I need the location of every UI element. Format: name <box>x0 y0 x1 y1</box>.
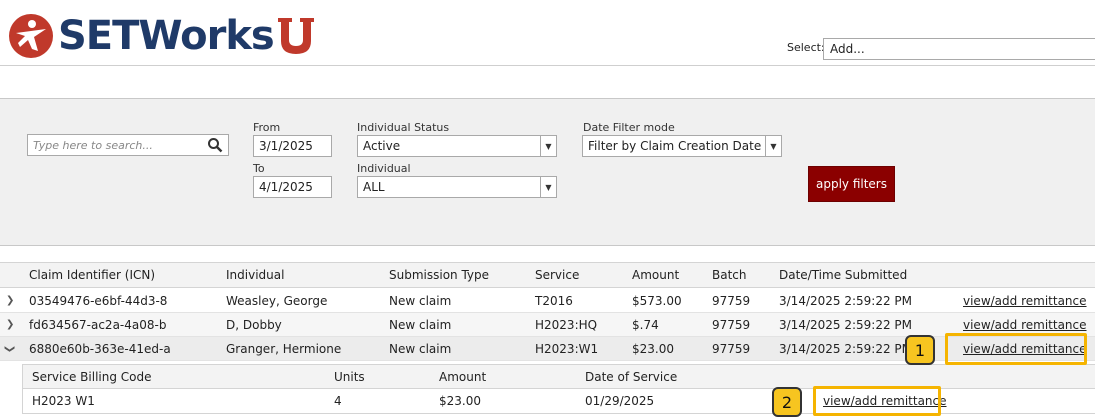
from-date-input[interactable]: 3/1/2025 <box>253 135 332 157</box>
logo-person-icon <box>9 14 53 58</box>
individual-dropdown[interactable]: ALL ▼ <box>357 176 557 198</box>
status-label: Individual Status <box>357 121 450 134</box>
filter-panel <box>0 98 1095 246</box>
table-row[interactable]: ❯ 03549476-e6bf-44d3-8 Weasley, George N… <box>0 289 1095 313</box>
chevron-down-icon: ▼ <box>540 136 556 156</box>
add-select-value: Add... <box>830 42 865 56</box>
callout-highlight-2 <box>813 386 941 416</box>
col-header: Individual <box>226 268 285 282</box>
col-header: Units <box>334 370 365 384</box>
callout-highlight-1 <box>945 333 1087 365</box>
col-header: Service Billing Code <box>32 370 152 384</box>
logo-wordmark: SETWorks <box>58 13 275 59</box>
col-header: Service <box>535 268 580 282</box>
apply-filters-button[interactable]: apply filters <box>808 166 895 202</box>
table-header: Claim Identifier (ICN) Individual Submis… <box>0 262 1095 288</box>
chevron-right-icon[interactable]: ❯ <box>6 289 14 313</box>
to-date-input[interactable]: 4/1/2025 <box>253 176 332 198</box>
col-header: Submission Type <box>389 268 490 282</box>
chevron-right-icon[interactable]: ❯ <box>6 313 14 337</box>
chevron-down-icon: ▼ <box>765 136 781 156</box>
status-dropdown[interactable]: Active ▼ <box>357 135 557 157</box>
col-header: Date of Service <box>585 370 678 384</box>
add-select[interactable]: Add... <box>823 38 1095 60</box>
search-input[interactable]: Type here to search... <box>27 134 229 156</box>
chevron-down-icon: ▼ <box>540 177 556 197</box>
to-label: To <box>253 162 265 175</box>
setworks-logo[interactable]: SETWorks <box>8 10 316 62</box>
search-icon[interactable] <box>207 137 223 153</box>
col-header: Date/Time Submitted <box>779 268 908 282</box>
date-mode-dropdown[interactable]: Filter by Claim Creation Date ▼ <box>582 135 782 157</box>
logo-u-icon <box>277 18 314 54</box>
callout-badge-1: 1 <box>905 335 935 365</box>
callout-badge-2: 2 <box>772 387 802 417</box>
select-label: Select: <box>787 41 825 54</box>
app-header: SETWorks Select: Add... <box>0 0 1095 66</box>
col-header: Amount <box>439 370 487 384</box>
chevron-down-icon[interactable]: ❯ <box>0 345 21 353</box>
col-header: Claim Identifier (ICN) <box>29 268 156 282</box>
individual-label: Individual <box>357 162 411 175</box>
col-header: Amount <box>632 268 680 282</box>
table-row[interactable]: ❯ fd634567-ac2a-4a08-b D, Dobby New clai… <box>0 313 1095 337</box>
view-add-remittance-link[interactable]: view/add remittance <box>963 289 1087 313</box>
col-header: Batch <box>712 268 747 282</box>
from-label: From <box>253 121 281 134</box>
date-mode-label: Date Filter mode <box>583 121 675 134</box>
